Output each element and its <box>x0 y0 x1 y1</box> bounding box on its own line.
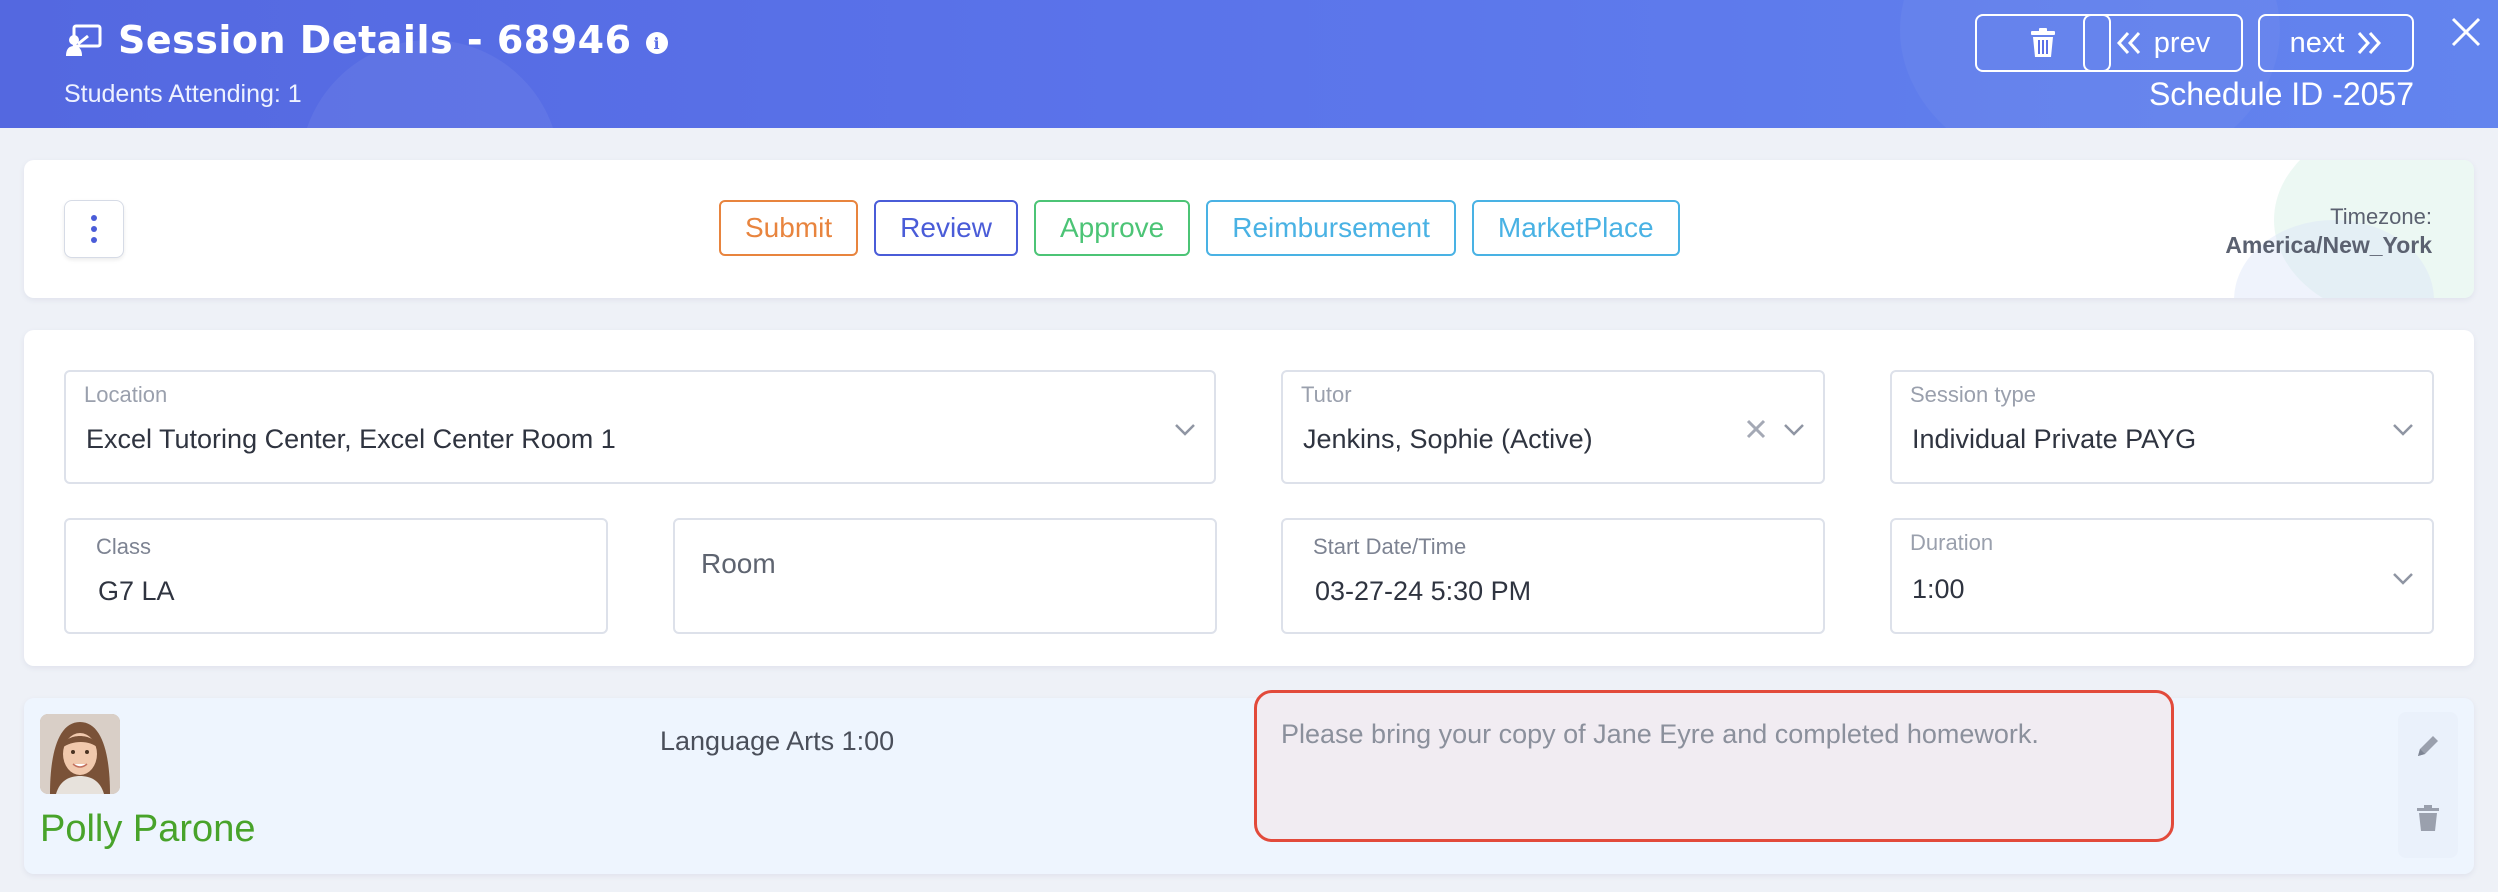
review-button[interactable]: Review <box>874 200 1018 256</box>
next-button[interactable]: next <box>2258 14 2414 72</box>
class-field[interactable]: Class G7 LA <box>64 518 608 634</box>
pencil-icon[interactable] <box>2414 732 2442 760</box>
duration-label: Duration <box>1910 530 1994 555</box>
reimbursement-button[interactable]: Reimbursement <box>1206 200 1456 256</box>
kebab-menu-icon <box>91 215 97 221</box>
prev-label: prev <box>2153 26 2211 59</box>
chevron-down-icon <box>2393 424 2413 436</box>
double-chevron-left-icon <box>2116 31 2140 55</box>
session-note-text: Please bring your copy of Jane Eyre and … <box>1281 719 2039 749</box>
timezone-value: America/New_York <box>2225 232 2432 258</box>
session-type-value: Individual Private PAYG <box>1912 424 2197 454</box>
student-name[interactable]: Polly Parone <box>40 808 255 851</box>
close-icon[interactable] <box>2448 14 2484 50</box>
trash-icon[interactable] <box>2414 804 2442 832</box>
next-label: next <box>2289 26 2345 59</box>
duration-select[interactable]: Duration 1:00 <box>1890 518 2434 634</box>
session-type-label: Session type <box>1910 382 2036 407</box>
schedule-id: Schedule ID -2057 <box>2148 76 2414 112</box>
start-datetime-field[interactable]: Start Date/Time 03-27-24 5:30 PM <box>1281 518 1825 634</box>
info-icon[interactable]: i <box>645 32 668 54</box>
location-value: Excel Tutoring Center, Excel Center Room… <box>86 424 616 454</box>
tutor-select[interactable]: Tutor Jenkins, Sophie (Active) <box>1281 370 1825 484</box>
student-row: Polly Parone Language Arts 1:00 Please b… <box>24 690 2474 874</box>
class-label: Class <box>96 534 152 559</box>
avatar[interactable] <box>40 714 120 794</box>
timezone: Timezone: America/New_York <box>2225 204 2432 259</box>
teacher-board-icon <box>66 24 102 56</box>
clear-icon[interactable] <box>1745 418 1767 440</box>
marketplace-button[interactable]: MarketPlace <box>1471 200 1680 256</box>
student-photo <box>40 714 120 794</box>
more-options-button[interactable] <box>64 200 124 258</box>
session-form: Location Excel Tutoring Center, Excel Ce… <box>24 330 2474 666</box>
trash-icon <box>2031 28 2055 57</box>
room-label: Room <box>701 548 776 579</box>
submit-button[interactable]: Submit <box>719 200 859 256</box>
start-datetime-label: Start Date/Time <box>1313 534 1467 559</box>
class-value: G7 LA <box>98 576 175 606</box>
action-bar: Submit Review Approve Reimbursement Mark… <box>24 160 2474 298</box>
prev-button[interactable]: prev <box>2083 14 2243 72</box>
timezone-label: Timezone: <box>2330 204 2432 229</box>
page-title: Session Details - 68946 <box>118 18 632 62</box>
tutor-label: Tutor <box>1301 382 1352 407</box>
page-header: Session Details - 68946 i Students Atten… <box>0 0 2498 128</box>
tutor-value: Jenkins, Sophie (Active) <box>1303 424 1593 454</box>
chevron-down-icon <box>1784 424 1804 436</box>
approve-button[interactable]: Approve <box>1033 200 1191 256</box>
start-datetime-value: 03-27-24 5:30 PM <box>1315 576 1532 606</box>
students-attending: Students Attending: 1 <box>64 80 302 108</box>
duration-value: 1:00 <box>1912 574 1965 604</box>
session-note-field[interactable]: Please bring your copy of Jane Eyre and … <box>1254 690 2174 842</box>
session-type-select[interactable]: Session type Individual Private PAYG <box>1890 370 2434 484</box>
workflow-actions: Submit Review Approve Reimbursement Mark… <box>719 200 1680 256</box>
chevron-down-icon <box>2393 573 2413 585</box>
title-row: Session Details - 68946 i <box>64 18 668 62</box>
student-subject: Language Arts 1:00 <box>660 726 895 756</box>
double-chevron-right-icon <box>2358 31 2382 55</box>
row-tools <box>2398 712 2458 858</box>
location-label: Location <box>84 382 168 407</box>
chevron-down-icon <box>1175 424 1195 436</box>
room-field[interactable]: Room <box>673 518 1217 634</box>
location-select[interactable]: Location Excel Tutoring Center, Excel Ce… <box>64 370 1216 484</box>
